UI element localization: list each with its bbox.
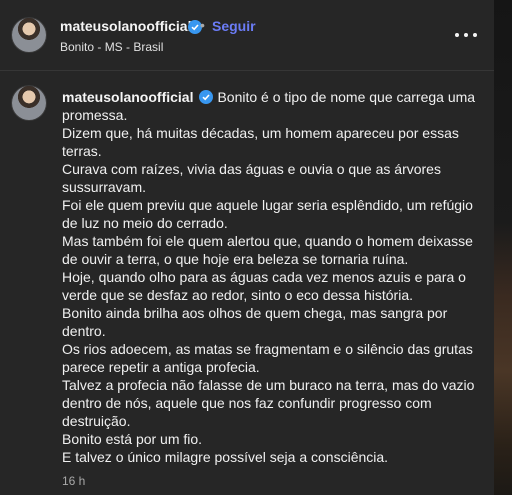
post-header: mateusolanoofficial • Seguir Bonito - MS…	[0, 0, 494, 71]
caption-line: Curava com raízes, vivia das águas e ouv…	[62, 161, 441, 195]
caption-line: Os rios adoecem, as matas se fragmentam …	[62, 341, 473, 375]
author-avatar[interactable]	[12, 18, 46, 52]
post-caption: mateusolanoofficial Bonito é o tipo de no…	[62, 88, 482, 466]
caption-author-username[interactable]: mateusolanoofficial	[62, 89, 193, 105]
post-side-panel: mateusolanoofficial • Seguir Bonito - MS…	[0, 0, 494, 495]
caption-line: mateusolanoofficial Bonito é o tipo de no…	[62, 88, 482, 124]
location-link[interactable]: Bonito - MS - Brasil	[60, 40, 163, 54]
caption-line: Mas também foi ele quem alertou que, qua…	[62, 233, 473, 267]
more-options-icon[interactable]	[455, 24, 477, 46]
follow-button[interactable]: Seguir	[212, 18, 256, 34]
verified-badge-icon	[199, 90, 214, 104]
caption-line: Bonito está por um fio.	[62, 431, 203, 447]
author-username[interactable]: mateusolanoofficial	[60, 18, 191, 34]
caption-line: Hoje, quando olho para as águas cada vez…	[62, 269, 466, 303]
caption-line: Foi ele quem previu que aquele lugar ser…	[62, 197, 473, 231]
caption-author-avatar[interactable]	[12, 86, 46, 120]
caption-line: Bonito ainda brilha aos olhos de quem ch…	[62, 305, 448, 339]
caption-line: E talvez o único milagre possível seja a…	[62, 449, 389, 465]
caption-line: Talvez a profecia não falasse de um bura…	[62, 377, 475, 429]
post-timestamp[interactable]: 16 h	[62, 474, 85, 488]
separator-dot: •	[200, 17, 205, 33]
caption-line: Dizem que, há muitas décadas, um homem a…	[62, 125, 459, 159]
background-photo-edge	[494, 0, 512, 495]
